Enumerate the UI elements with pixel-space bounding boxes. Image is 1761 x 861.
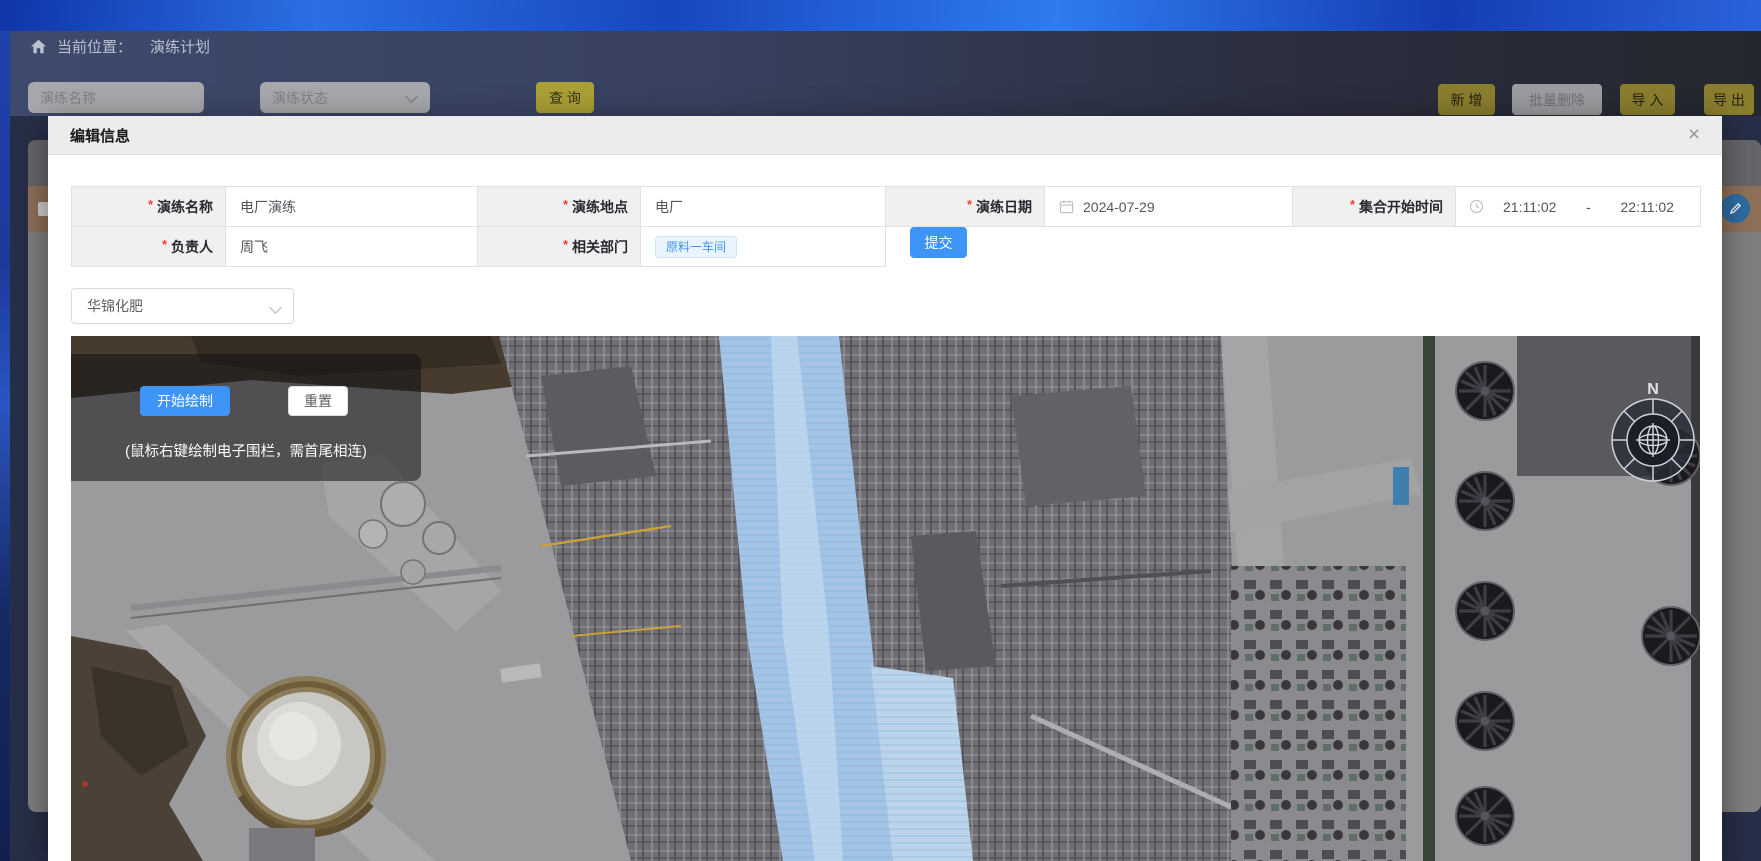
- clock-icon: [1469, 199, 1484, 214]
- field-label-person-in-charge: * 负责人: [72, 227, 226, 267]
- top-accent-bar: [0, 0, 1761, 31]
- draw-hint-text: (鼠标右键绘制电子围栏，需首尾相连): [71, 440, 421, 461]
- department-tag: 原料一车间: [655, 236, 737, 258]
- related-department-field[interactable]: 原料一车间: [641, 227, 886, 267]
- time-end: 22:11:02: [1621, 199, 1674, 215]
- calendar-icon: [1059, 199, 1074, 214]
- area-select-value: 华锦化肥: [87, 296, 143, 316]
- edit-icon: [1729, 202, 1742, 215]
- field-label-drill-location: * 演练地点: [478, 187, 641, 227]
- close-icon[interactable]: ×: [1680, 121, 1708, 149]
- start-draw-button[interactable]: 开始绘制: [140, 386, 230, 416]
- plant-aerial-map[interactable]: 开始绘制 重置 (鼠标右键绘制电子围栏，需首尾相连) N: [71, 336, 1700, 861]
- background-table-right-edge: [1722, 140, 1761, 812]
- drill-location-field[interactable]: 电厂: [641, 187, 886, 227]
- required-marker: *: [148, 197, 153, 212]
- chevron-down-icon: [269, 301, 282, 314]
- drill-plan-page: 当前位置： 演练计划 演练状态 查 询 新 增 批量删除 导 入 导 出 编辑信…: [0, 0, 1761, 861]
- table-header-edge: [1722, 140, 1761, 186]
- breadcrumb: 当前位置： 演练计划: [30, 36, 210, 57]
- time-start: 21:11:02: [1503, 199, 1556, 215]
- required-marker: *: [967, 197, 972, 212]
- compass-north-label: N: [1647, 381, 1659, 398]
- assembly-time-range-field[interactable]: 21:11:02 - 22:11:02: [1456, 187, 1701, 227]
- drill-name-field[interactable]: 电厂演练: [226, 187, 478, 227]
- chevron-down-icon: [405, 90, 418, 103]
- home-icon: [30, 38, 47, 55]
- area-select[interactable]: 华锦化肥: [71, 288, 294, 324]
- person-in-charge-field[interactable]: 周飞: [226, 227, 478, 267]
- query-button[interactable]: 查 询: [536, 82, 594, 113]
- compass-icon[interactable]: N: [1606, 378, 1700, 484]
- drill-name-filter-input[interactable]: [28, 82, 204, 113]
- modal-header: 编辑信息 ×: [48, 116, 1722, 155]
- draw-toolbar: 开始绘制 重置 (鼠标右键绘制电子围栏，需首尾相连): [71, 354, 421, 481]
- required-marker: *: [162, 237, 167, 252]
- drill-status-filter-select[interactable]: 演练状态: [260, 82, 430, 113]
- breadcrumb-current: 演练计划: [150, 36, 210, 57]
- drill-date-field[interactable]: 2024-07-29: [1045, 187, 1293, 227]
- required-marker: *: [1350, 197, 1355, 212]
- field-label-related-department: * 相关部门: [478, 227, 641, 267]
- submit-button[interactable]: 提交: [910, 227, 967, 258]
- add-button[interactable]: 新 增: [1438, 84, 1495, 115]
- field-label-drill-name: * 演练名称: [72, 187, 226, 227]
- field-label-drill-date: * 演练日期: [886, 187, 1045, 227]
- left-accent-strip: [0, 31, 10, 861]
- required-marker: *: [563, 237, 568, 252]
- field-label-assembly-time: * 集合开始时间: [1293, 187, 1456, 227]
- drill-status-placeholder: 演练状态: [272, 88, 328, 108]
- row-edit-button[interactable]: [1722, 194, 1750, 223]
- batch-delete-button[interactable]: 批量删除: [1512, 84, 1602, 115]
- drill-edit-form: * 演练名称 电厂演练 * 演练地点 电厂 * 演练日期: [71, 186, 1701, 267]
- export-button[interactable]: 导 出: [1704, 84, 1754, 115]
- required-marker: *: [563, 197, 568, 212]
- edit-info-modal: 编辑信息 × * 演练名称 电厂演练 * 演练地点 电厂 * 演练日期: [48, 116, 1722, 861]
- modal-title: 编辑信息: [70, 125, 130, 146]
- breadcrumb-prefix: 当前位置：: [57, 36, 132, 57]
- import-button[interactable]: 导 入: [1620, 84, 1675, 115]
- reset-button[interactable]: 重置: [288, 386, 348, 416]
- time-separator: -: [1586, 199, 1591, 215]
